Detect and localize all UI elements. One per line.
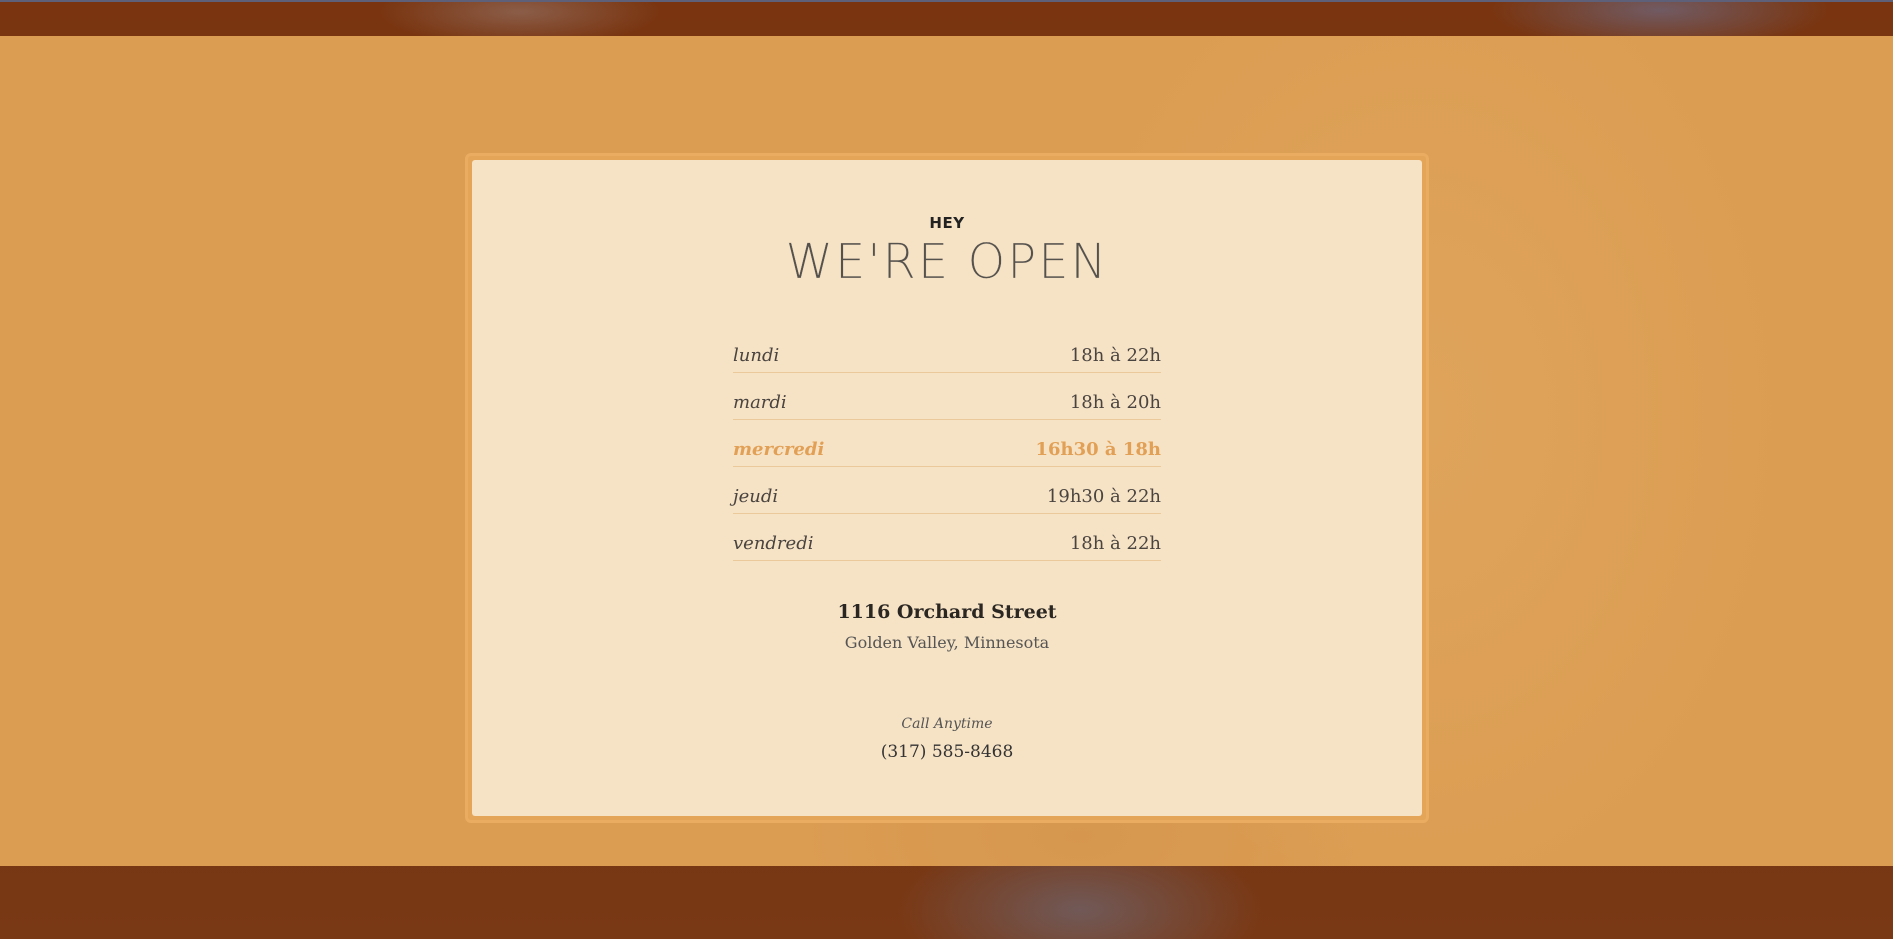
day-label: mercredi	[733, 439, 825, 460]
contact-block: Call Anytime (317) 585-8468	[472, 716, 1422, 762]
hours-list: lundi 18h à 22h mardi 18h à 20h mercredi…	[733, 326, 1161, 561]
hours-row-monday: lundi 18h à 22h	[733, 326, 1161, 373]
page-title: WE'RE OPEN	[785, 234, 1109, 290]
day-label: jeudi	[733, 486, 779, 507]
day-label: vendredi	[733, 533, 814, 554]
page: HEY WE'RE OPEN lundi 18h à 22h mardi 18h…	[0, 0, 1893, 939]
time-label: 18h à 22h	[1069, 345, 1161, 366]
day-label: mardi	[733, 392, 787, 413]
city-state: Golden Valley, Minnesota	[844, 633, 1050, 652]
card-frame: HEY WE'RE OPEN lundi 18h à 22h mardi 18h…	[465, 153, 1429, 823]
hours-row-friday: vendredi 18h à 22h	[733, 514, 1161, 561]
phone-number[interactable]: (317) 585-8468	[472, 742, 1422, 762]
street-address: 1116 Orchard Street	[837, 601, 1057, 623]
time-label: 19h30 à 22h	[1046, 486, 1161, 507]
time-label: 18h à 20h	[1069, 392, 1161, 413]
address-block: 1116 Orchard Street Golden Valley, Minne…	[472, 601, 1422, 652]
hours-card: HEY WE'RE OPEN lundi 18h à 22h mardi 18h…	[472, 160, 1422, 816]
time-label: 16h30 à 18h	[1035, 439, 1161, 460]
hours-section: HEY WE'RE OPEN lundi 18h à 22h mardi 18h…	[0, 36, 1893, 866]
hours-row-wednesday: mercredi 16h30 à 18h	[733, 420, 1161, 467]
call-label: Call Anytime	[901, 716, 993, 732]
time-label: 18h à 22h	[1069, 533, 1161, 554]
kicker-text: HEY	[929, 214, 965, 232]
day-label: lundi	[733, 345, 780, 366]
hours-row-thursday: jeudi 19h30 à 22h	[733, 467, 1161, 514]
hours-row-tuesday: mardi 18h à 20h	[733, 373, 1161, 420]
